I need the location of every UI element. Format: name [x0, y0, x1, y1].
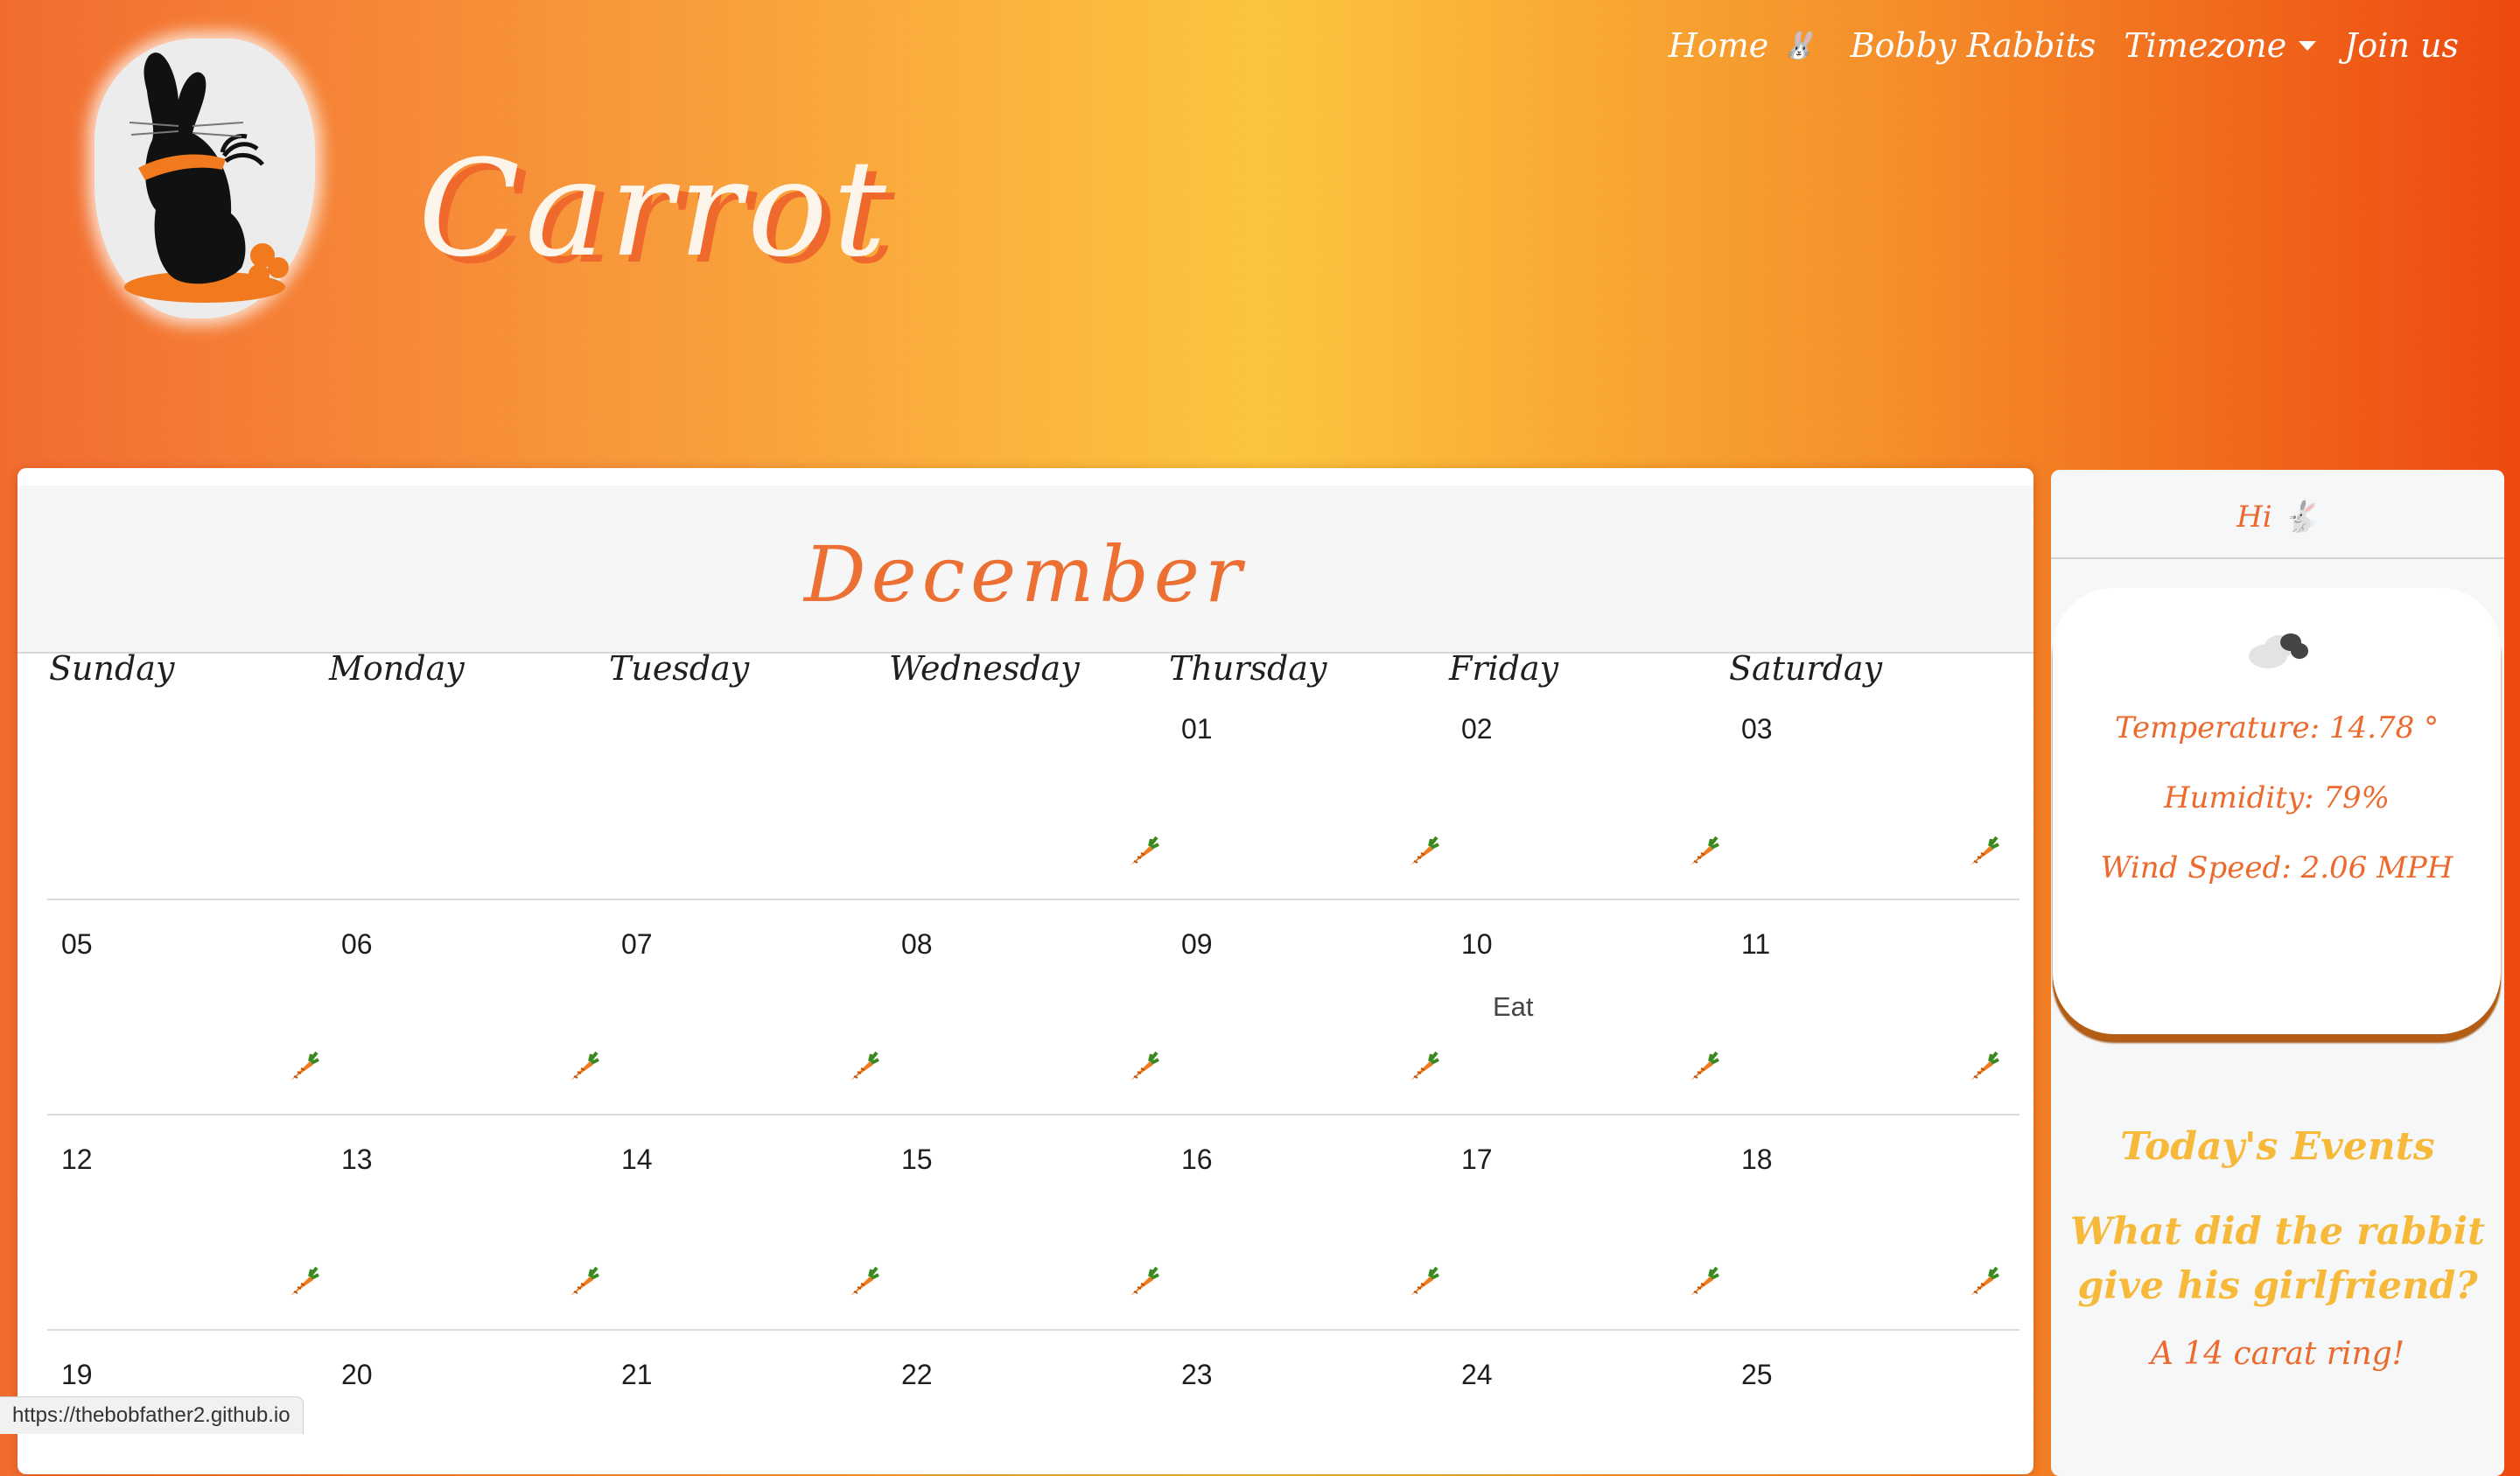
carrot-icon[interactable] — [1685, 1049, 1720, 1084]
temperature-readout: Temperature: 14.78 ° — [2114, 710, 2440, 745]
humidity-readout: Humidity: 79% — [2163, 780, 2390, 815]
brand-title: Carrot — [418, 131, 892, 286]
day-number[interactable]: 13 — [341, 1144, 373, 1176]
day-number[interactable]: 07 — [621, 928, 653, 961]
day-number[interactable]: 05 — [61, 928, 93, 961]
event-answer: A 14 carat ring! — [2150, 1336, 2405, 1372]
header: Carrot Home 🐰 Bobby Rabbits Timezone Joi… — [0, 0, 2520, 472]
day-number[interactable]: 01 — [1181, 713, 1213, 745]
day-number[interactable]: 15 — [901, 1144, 933, 1176]
day-number[interactable]: 06 — [341, 928, 373, 961]
carrot-icon[interactable] — [1405, 1264, 1440, 1299]
nav-home-label: Home — [1668, 26, 1769, 65]
carrot-icon[interactable] — [565, 1264, 600, 1299]
carrot-icon[interactable] — [1965, 834, 2000, 869]
event-label[interactable]: Eat — [1493, 991, 1534, 1023]
carrot-icon[interactable] — [845, 1264, 880, 1299]
week-separator — [47, 899, 2020, 900]
day-number[interactable]: 12 — [61, 1144, 93, 1176]
nav-home-link[interactable]: Home 🐰 — [1669, 19, 1816, 72]
day-number[interactable]: 22 — [901, 1359, 933, 1391]
day-number[interactable]: 11 — [1741, 928, 1770, 961]
top-nav: Home 🐰 Bobby Rabbits Timezone Join us — [1641, 19, 2459, 72]
day-number[interactable]: 10 — [1461, 928, 1493, 961]
wind-speed-readout: Wind Speed: 2.06 MPH — [2100, 850, 2454, 885]
day-number[interactable]: 21 — [621, 1359, 653, 1391]
nav-timezone-dropdown[interactable]: Timezone — [2124, 19, 2317, 72]
carrot-icon[interactable] — [1685, 1264, 1720, 1299]
status-bar-url: https://thebobfather2.github.io — [0, 1396, 304, 1434]
nav-join-link[interactable]: Join us — [2344, 19, 2459, 72]
day-number[interactable]: 24 — [1461, 1359, 1493, 1391]
day-number[interactable]: 23 — [1181, 1359, 1213, 1391]
month-title: December — [804, 529, 1247, 619]
calendar-card: December Sunday Monday Tuesday Wednesday… — [18, 468, 2034, 1474]
day-number[interactable]: 03 — [1741, 713, 1773, 745]
cloud-icon — [2249, 633, 2308, 668]
weekday-thursday: Thursday — [1169, 649, 1327, 688]
carrot-icon[interactable] — [1405, 834, 1440, 869]
day-number[interactable]: 08 — [901, 928, 933, 961]
carrot-icon[interactable] — [1125, 1049, 1160, 1084]
carrot-icon[interactable] — [285, 1264, 320, 1299]
calendar-header: December — [18, 486, 2034, 654]
carrot-icon[interactable] — [1125, 1264, 1160, 1299]
week-separator — [47, 1329, 2020, 1331]
carrot-icon[interactable] — [1405, 1049, 1440, 1084]
day-number[interactable]: 02 — [1461, 713, 1493, 745]
carrot-icon[interactable] — [845, 1049, 880, 1084]
event-joke: What did the rabbit give his girlfriend? — [2070, 1210, 2485, 1308]
weekday-friday: Friday — [1449, 649, 1559, 688]
day-number[interactable]: 17 — [1461, 1144, 1493, 1176]
day-number[interactable]: 16 — [1181, 1144, 1213, 1176]
weekday-wednesday: Wednesday — [889, 649, 1080, 688]
todays-events-title: Today's Events — [2120, 1124, 2435, 1169]
day-number[interactable]: 09 — [1181, 928, 1213, 961]
carrot-icon[interactable] — [285, 1049, 320, 1084]
day-number[interactable]: 19 — [61, 1359, 93, 1391]
sidebar-card: Hi 🐇 Temperature: 14.78 ° Humidity: 79% … — [2051, 470, 2504, 1476]
carrot-icon[interactable] — [565, 1049, 600, 1084]
weekday-sunday: Sunday — [49, 649, 175, 688]
carrot-icon[interactable] — [1685, 834, 1720, 869]
day-number[interactable]: 25 — [1741, 1359, 1773, 1391]
carrot-icon[interactable] — [1965, 1264, 2000, 1299]
greeting: Hi 🐇 — [2051, 470, 2504, 559]
nav-timezone-label: Timezone — [2124, 26, 2287, 65]
weather-widget: Temperature: 14.78 ° Humidity: 79% Wind … — [2053, 588, 2501, 1034]
rabbit-logo[interactable] — [94, 38, 315, 318]
day-number[interactable]: 20 — [341, 1359, 373, 1391]
weekday-tuesday: Tuesday — [609, 649, 750, 688]
weekday-monday: Monday — [329, 649, 465, 688]
week-separator — [47, 1114, 2020, 1116]
day-number[interactable]: 14 — [621, 1144, 653, 1176]
nav-bobby-rabbits-link[interactable]: Bobby Rabbits — [1851, 19, 2096, 72]
weekday-saturday: Saturday — [1729, 649, 1883, 688]
bunny-icon: 🐰 — [1782, 30, 1816, 61]
carrot-icon[interactable] — [1125, 834, 1160, 869]
carrot-icon[interactable] — [1965, 1049, 2000, 1084]
day-number[interactable]: 18 — [1741, 1144, 1773, 1176]
caret-down-icon — [2299, 40, 2317, 51]
